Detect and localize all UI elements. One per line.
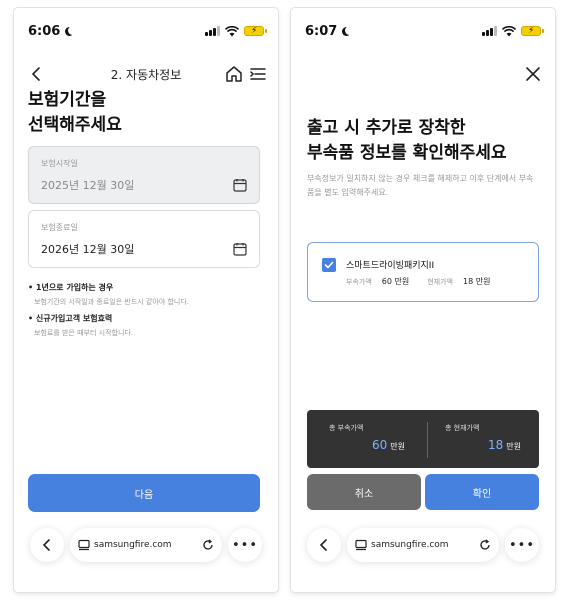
url-text: samsungfire.com [94, 540, 172, 550]
end-date-value: 2026년 12월 30일 [41, 243, 135, 256]
end-date-label: 보험종료일 [41, 223, 78, 232]
browser-back-button[interactable] [307, 528, 341, 562]
headline-line: 출고 시 추가로 장착한 [307, 118, 466, 138]
start-date-label: 보험시작일 [41, 159, 78, 168]
headline-line: 보험기간을 [28, 90, 107, 110]
nav-bar [291, 56, 555, 92]
option-price-label: 부속가액 [346, 277, 372, 286]
status-time: 6:06 [28, 23, 61, 39]
note-title: • 1년으로 가입하는 경우 [28, 283, 114, 292]
reader-icon[interactable] [355, 539, 367, 551]
total-price-unit: 만원 [390, 442, 405, 451]
status-bar: 6:06 ⚡ [28, 22, 267, 40]
option-current-label: 현재가액 [427, 277, 453, 286]
browser-more-button[interactable]: ••• [228, 528, 262, 562]
menu-icon[interactable] [248, 64, 268, 84]
note-title: • 신규가입고객 보험효력 [28, 314, 113, 323]
summary-panel: 총 부속가액 60 만원 총 현재가액 18 만원 [307, 410, 539, 468]
url-text: samsungfire.com [371, 540, 449, 550]
total-current-value: 18 [487, 438, 504, 452]
signal-icon [205, 26, 220, 36]
signal-icon [482, 26, 497, 36]
note-desc: 보험료를 받은 때부터 시작합니다. [34, 329, 134, 337]
check-icon [324, 261, 334, 269]
moon-icon [68, 26, 77, 35]
start-date-field[interactable]: 보험시작일 2025년 12월 30일 [28, 146, 260, 204]
status-bar: 6:07 ⚡ [305, 22, 544, 40]
moon-icon [345, 26, 354, 35]
browser-toolbar: samsungfire.com ••• [307, 524, 539, 566]
status-time: 6:07 [305, 23, 338, 39]
calendar-icon[interactable] [233, 178, 247, 192]
option-name: 스마트드라이빙패키지II [346, 261, 435, 271]
note-desc: 보험기간의 시작일과 종료일은 반드시 같아야 합니다. [34, 298, 190, 306]
browser-more-button[interactable]: ••• [505, 528, 539, 562]
next-button[interactable]: 다음 [28, 474, 260, 512]
more-icon: ••• [508, 537, 535, 553]
battery-icon: ⚡ [244, 26, 267, 36]
accessory-option-card[interactable]: 스마트드라이빙패키지II 부속가액 60 만원 현재가액 18 만원 [307, 242, 539, 302]
chevron-left-icon [319, 539, 327, 551]
total-current-unit: 만원 [506, 442, 521, 451]
end-date-field[interactable]: 보험종료일 2026년 12월 30일 [28, 210, 260, 268]
total-current-label: 총 현재가액 [445, 424, 480, 432]
close-icon[interactable] [523, 64, 543, 84]
battery-icon: ⚡ [521, 26, 544, 36]
start-date-value: 2025년 12월 30일 [41, 179, 135, 192]
option-price: 60 만원 [381, 277, 410, 286]
browser-back-button[interactable] [30, 528, 64, 562]
total-price-label: 총 부속가액 [329, 424, 364, 432]
reload-icon[interactable] [479, 539, 491, 551]
headline: 보험기간을 선택해주세요 [28, 88, 122, 138]
address-bar[interactable]: samsungfire.com [70, 528, 222, 562]
nav-bar: 2. 자동차정보 [14, 56, 278, 92]
option-checkbox[interactable] [322, 258, 336, 272]
headline: 출고 시 추가로 장착한 부속품 정보를 확인해주세요 [307, 116, 507, 166]
calendar-icon[interactable] [233, 242, 247, 256]
home-icon[interactable] [224, 64, 244, 84]
option-current: 18 만원 [462, 277, 491, 286]
browser-toolbar: samsungfire.com ••• [30, 524, 262, 566]
confirm-button[interactable]: 확인 [425, 474, 539, 510]
headline-line: 부속품 정보를 확인해주세요 [307, 143, 507, 163]
wifi-icon [502, 25, 516, 36]
address-bar[interactable]: samsungfire.com [347, 528, 499, 562]
right-screen: 6:07 ⚡ 출고 시 추가로 장착한 부속품 정보를 확인해주세요 부속정보가… [291, 8, 555, 592]
headline-line: 선택해주세요 [28, 115, 122, 135]
reload-icon[interactable] [202, 539, 214, 551]
description: 부속정보가 일치하지 않는 경우 체크를 해제하고 이후 단계에서 부속품을 별… [307, 174, 534, 197]
wifi-icon [225, 25, 239, 36]
more-icon: ••• [231, 537, 258, 553]
chevron-left-icon [42, 539, 50, 551]
total-price-value: 60 [371, 438, 388, 452]
cancel-button[interactable]: 취소 [307, 474, 421, 510]
left-screen: 6:06 ⚡ 2. 자동차정보 보험기간을 선택해주세요 보험시작일 2025년… [14, 8, 278, 592]
button-row: 취소 확인 [307, 474, 539, 510]
reader-icon[interactable] [78, 539, 90, 551]
